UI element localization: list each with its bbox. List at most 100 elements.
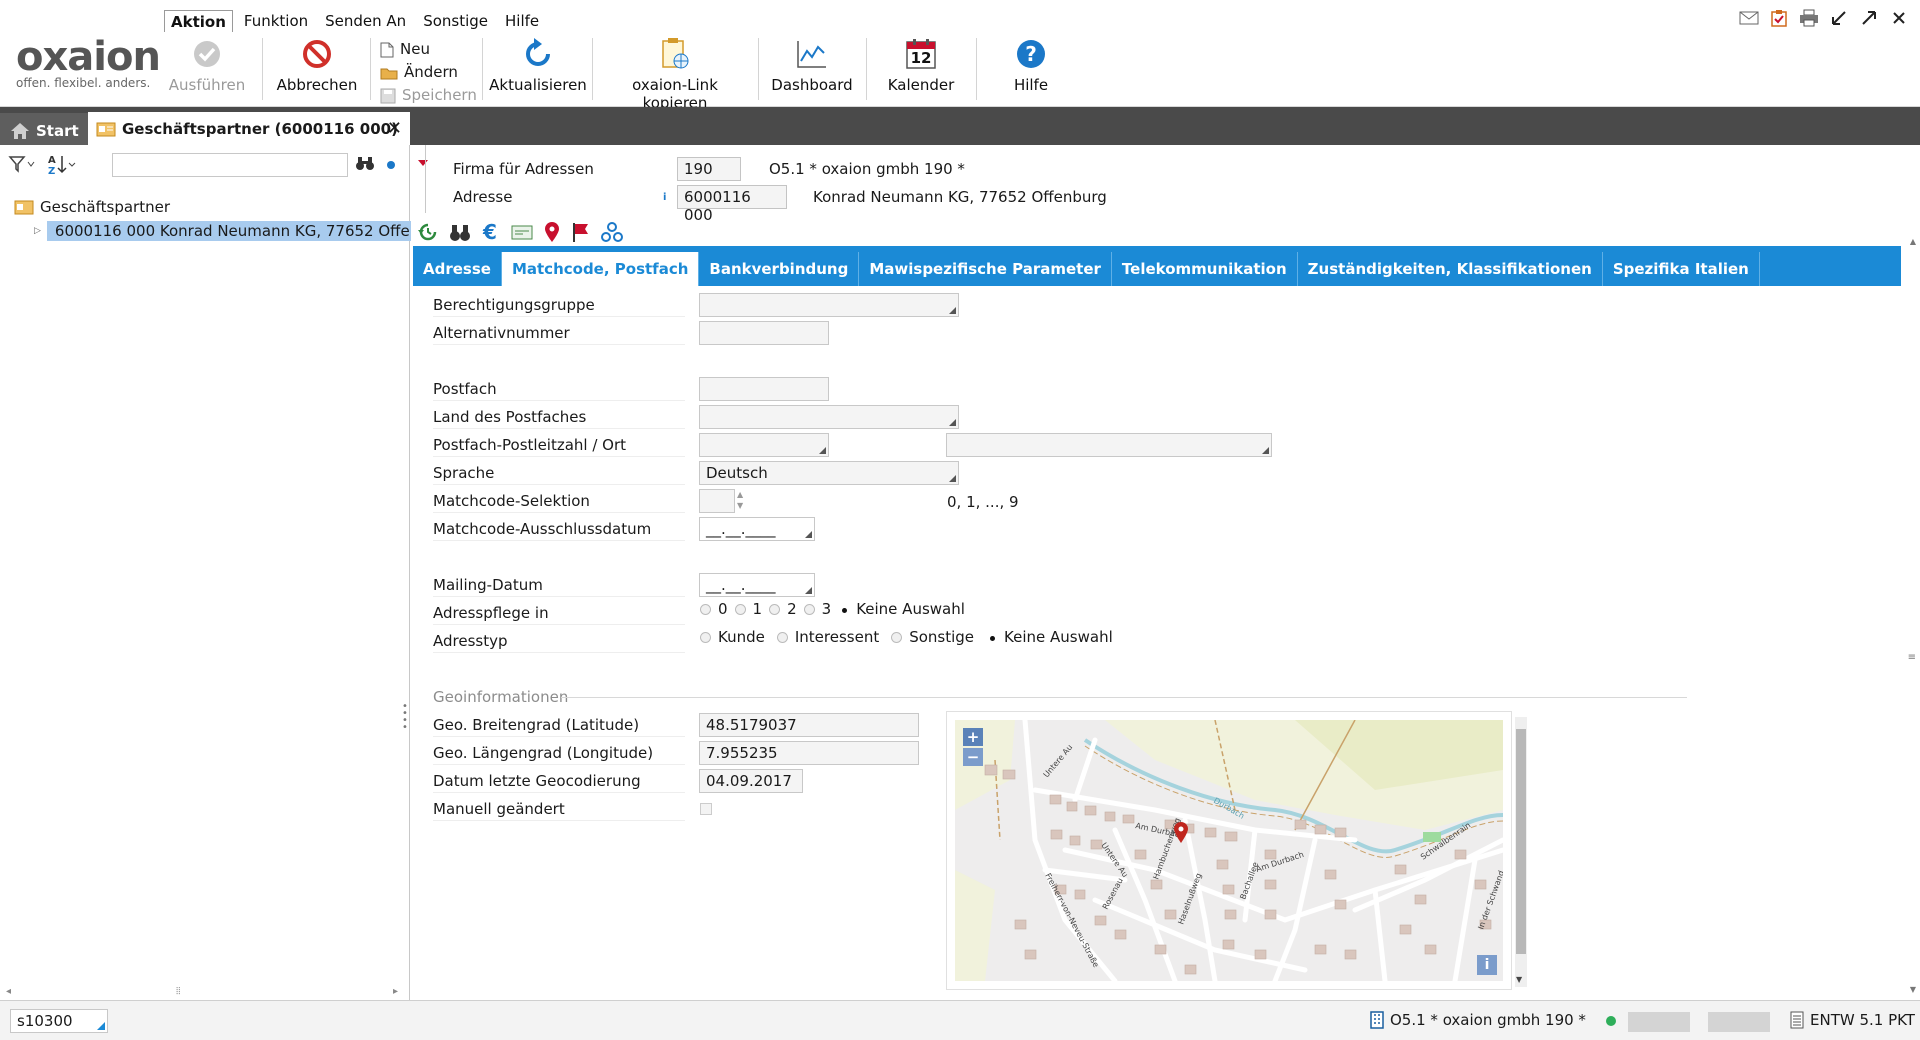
stepper-arrows-icon[interactable]: ▲ ▼: [737, 489, 743, 511]
alternativnummer-input[interactable]: [699, 321, 829, 345]
mailing-datum-date[interactable]: __.__.____: [699, 573, 815, 597]
adresspflege-radio-0[interactable]: [700, 603, 711, 615]
scroll-down-icon[interactable]: ▼: [1910, 985, 1916, 994]
adresspflege-radio-1[interactable]: [734, 603, 746, 615]
adresspflege-label: Adresspflege in: [433, 601, 685, 625]
map-view[interactable]: Untere Au Am Durbach Durbach Untere Au H…: [947, 712, 1511, 989]
postfach-plz-input[interactable]: [699, 433, 829, 457]
abbrechen-button[interactable]: Abbrechen: [272, 32, 362, 104]
subtab-telekommunikation[interactable]: Telekommunikation: [1112, 252, 1298, 286]
menu-hilfe[interactable]: Hilfe: [499, 10, 545, 32]
action-icon-row: €: [417, 220, 623, 247]
subtab-matchcode-postfach[interactable]: Matchcode, Postfach: [501, 252, 700, 286]
land-postfach-select[interactable]: [699, 405, 959, 429]
scroll-right-icon[interactable]: ▸: [393, 986, 398, 997]
zoom-in-button[interactable]: +: [963, 728, 983, 746]
restore-icon[interactable]: [1858, 8, 1880, 28]
tab-geschaeftspartner[interactable]: Geschäftspartner (6000116 000) ✕: [88, 112, 410, 145]
scroll-grip-icon[interactable]: ≡: [1908, 652, 1916, 663]
subtab-bankverbindung[interactable]: Bankverbindung: [699, 252, 860, 286]
bank-card-icon[interactable]: [511, 223, 533, 245]
aktualisieren-button[interactable]: Aktualisieren: [488, 32, 588, 104]
tree-node-child[interactable]: ▷ 6000116 000 Konrad Neumann KG, 77652 O…: [34, 219, 413, 243]
tab-start[interactable]: Start: [0, 113, 89, 145]
program-code-field[interactable]: s10300: [10, 1009, 108, 1033]
map-canvas[interactable]: Untere Au Am Durbach Durbach Untere Au H…: [955, 720, 1503, 981]
adresstyp-radio-kunde[interactable]: [700, 631, 711, 643]
euro-icon[interactable]: €: [481, 220, 501, 247]
subtab-zustaendigkeiten[interactable]: Zuständigkeiten, Klassifikationen: [1298, 252, 1603, 286]
adresse-field[interactable]: 6000116 000: [677, 185, 787, 224]
subtab-adresse[interactable]: Adresse: [413, 252, 502, 286]
menu-senden-an[interactable]: Senden An: [319, 10, 412, 32]
sprache-select[interactable]: Deutsch: [699, 461, 959, 485]
speichern-button[interactable]: Speichern: [380, 84, 477, 107]
scroll-up-icon[interactable]: ▲: [1910, 237, 1916, 246]
matchcode-ausschluss-date[interactable]: __.__.____: [699, 517, 815, 541]
sort-az-icon[interactable]: AZ: [46, 153, 78, 179]
latitude-label: Geo. Breitengrad (Latitude): [433, 713, 685, 737]
subtab-mawispezifische-parameter[interactable]: Mawispezifische Parameter: [859, 252, 1112, 286]
flag-icon[interactable]: [571, 221, 591, 247]
tree-node-root[interactable]: Geschäftspartner: [14, 195, 170, 219]
tree-child-label: 6000116 000 Konrad Neumann KG, 77652 Off…: [54, 222, 413, 240]
menu-funktion[interactable]: Funktion: [238, 10, 314, 32]
map-scrollbar-thumb[interactable]: [1516, 729, 1526, 954]
search-partner-icon[interactable]: [449, 221, 471, 247]
radio-label: 1: [752, 600, 763, 618]
subtab-spezifika-italien[interactable]: Spezifika Italien: [1603, 252, 1760, 286]
map-info-button[interactable]: i: [1477, 955, 1497, 975]
tree-search-input[interactable]: [112, 153, 348, 177]
expand-triangle-icon[interactable]: ▷: [34, 226, 41, 236]
panel-splitter-handle[interactable]: • • • •: [402, 702, 408, 733]
mail-icon[interactable]: [1738, 8, 1760, 28]
postfach-ort-input[interactable]: [946, 433, 1272, 457]
location-pin-icon[interactable]: [543, 221, 561, 247]
adresspflege-radio-3[interactable]: [803, 603, 815, 615]
neu-button[interactable]: Neu: [380, 38, 477, 61]
subtab-bar: Adresse Matchcode, Postfach Bankverbindu…: [413, 246, 1901, 286]
ausfuehren-button[interactable]: Ausführen: [162, 32, 252, 104]
geocode-date-field[interactable]: 04.09.2017: [699, 769, 803, 793]
minimize-icon[interactable]: [1828, 8, 1850, 28]
zoom-out-button[interactable]: −: [963, 748, 983, 766]
map-scrollbar[interactable]: [1515, 717, 1527, 987]
relations-icon[interactable]: [601, 221, 623, 247]
scroll-left-icon[interactable]: ◂: [6, 986, 11, 997]
collapse-header-icon[interactable]: [417, 153, 429, 171]
oxaion-link-button[interactable]: oxaion-Link kopieren: [598, 32, 752, 112]
manuell-checkbox[interactable]: [700, 803, 712, 815]
adresstyp-label: Adresstyp: [433, 629, 685, 653]
history-icon[interactable]: [417, 221, 439, 247]
matchcode-selektion-stepper[interactable]: [699, 489, 735, 513]
scroll-down-icon[interactable]: ▼: [1516, 975, 1522, 984]
tab-close-icon[interactable]: ✕: [387, 118, 402, 139]
binoculars-icon[interactable]: [356, 155, 374, 175]
dashboard-button[interactable]: Dashboard: [766, 32, 858, 104]
firma-field[interactable]: 190: [677, 157, 741, 181]
adresstyp-radio-sonstige[interactable]: [891, 631, 903, 643]
hilfe-button[interactable]: ? Hilfe: [986, 32, 1076, 104]
menu-sonstige[interactable]: Sonstige: [417, 10, 494, 32]
filter-icon[interactable]: [8, 154, 36, 178]
tree-node-selected[interactable]: 6000116 000 Konrad Neumann KG, 77652 Off…: [46, 221, 413, 241]
adresstyp-radio-interessent[interactable]: [776, 631, 788, 643]
kalender-button[interactable]: 12 Kalender: [876, 32, 966, 104]
print-icon[interactable]: [1798, 8, 1820, 28]
longitude-field[interactable]: 7.955235: [699, 741, 919, 765]
aendern-button[interactable]: Ändern: [380, 61, 477, 84]
adresstyp-radio-keine[interactable]: [986, 631, 998, 643]
latitude-field[interactable]: 48.5179037: [699, 713, 919, 737]
adresspflege-radio-2[interactable]: [769, 603, 781, 615]
info-icon[interactable]: i: [663, 192, 677, 203]
berechtigungsgruppe-select[interactable]: [699, 293, 959, 317]
close-icon[interactable]: [1888, 8, 1910, 28]
postfach-input[interactable]: [699, 377, 829, 401]
adresspflege-radio-keine[interactable]: [838, 603, 850, 615]
status-company: O5.1 * oxaion gmbh 190 *: [1370, 1011, 1586, 1029]
task-icon[interactable]: [1768, 8, 1790, 28]
menu-aktion[interactable]: Aktion: [164, 10, 233, 32]
horizontal-scrollbar[interactable]: ◂ ⦙⦙ ▸: [0, 984, 410, 1000]
land-postfach-label: Land des Postfaches: [433, 405, 685, 429]
scroll-grip-icon[interactable]: ⦙⦙: [176, 986, 180, 997]
